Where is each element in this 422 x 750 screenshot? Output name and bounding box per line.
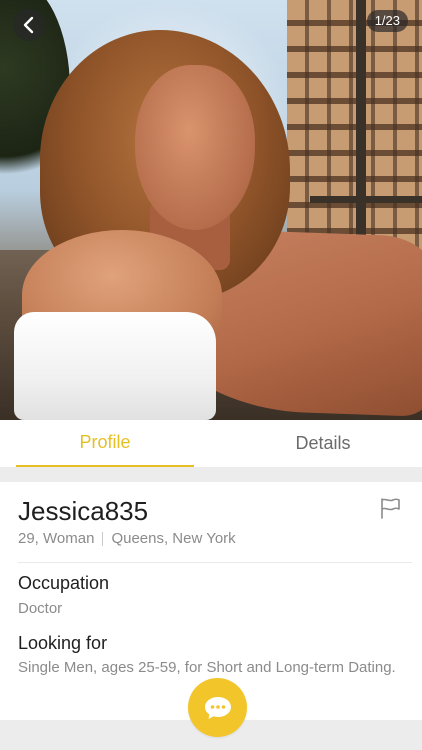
profile-photo[interactable]: 1/23	[0, 0, 422, 420]
profile-meta: 29, Woman Queens, New York	[18, 530, 236, 547]
photo-person	[0, 0, 422, 420]
meta-separator	[102, 531, 104, 546]
photo-person-top	[14, 312, 216, 420]
occupation-value: Doctor	[18, 600, 63, 617]
report-flag-button[interactable]	[378, 496, 402, 520]
photo-person-face	[135, 65, 255, 230]
looking-for-label: Looking for	[18, 633, 108, 653]
username: Jessica835	[18, 496, 149, 526]
age-gender: 29, Woman	[18, 530, 95, 547]
chat-button[interactable]	[188, 678, 247, 737]
profile-tabs: Profile Details	[0, 420, 422, 467]
tab-details[interactable]: Details	[226, 420, 420, 467]
flag-icon	[381, 498, 400, 519]
back-button[interactable]	[13, 9, 45, 41]
photo-counter: 1/23	[366, 10, 408, 32]
looking-for-value: Single Men, ages 25-59, for Short and Lo…	[18, 659, 396, 676]
tab-profile[interactable]: Profile	[16, 420, 194, 467]
chevron-left-icon	[23, 16, 34, 34]
card-divider	[18, 562, 412, 563]
chat-bubble-icon	[204, 696, 231, 719]
location: Queens, New York	[111, 530, 236, 547]
occupation-label: Occupation	[18, 573, 110, 593]
